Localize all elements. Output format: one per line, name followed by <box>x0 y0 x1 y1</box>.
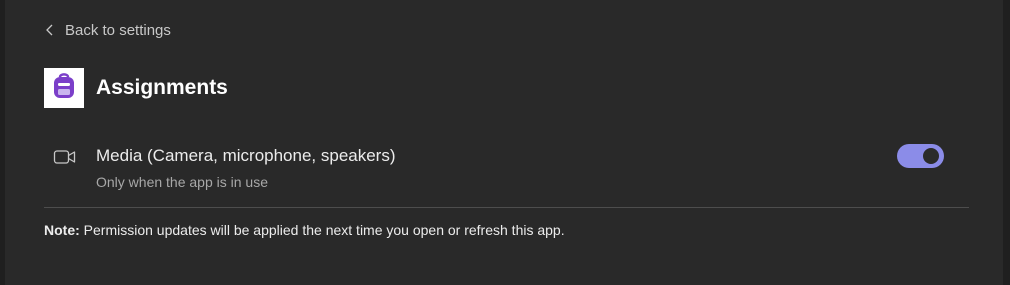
chevron-left-icon <box>45 23 55 37</box>
note-body: Permission updates will be applied the n… <box>79 222 565 238</box>
permission-subtitle: Only when the app is in use <box>96 174 268 190</box>
divider <box>44 207 969 208</box>
video-camera-icon <box>53 148 77 171</box>
permission-row-media: Media (Camera, microphone, speakers) Onl… <box>53 144 944 194</box>
back-to-settings-link[interactable]: Back to settings <box>45 19 171 41</box>
app-header: Assignments <box>44 68 228 108</box>
backpack-icon <box>51 72 77 105</box>
app-title: Assignments <box>96 76 228 99</box>
app-logo <box>44 68 84 108</box>
toggle-knob <box>923 148 939 164</box>
note-label: Note: <box>44 222 80 238</box>
window-background: Back to settings Assignments Media (Came… <box>0 0 1010 285</box>
permission-title: Media (Camera, microphone, speakers) <box>96 146 396 165</box>
media-permission-toggle[interactable] <box>897 144 944 168</box>
note-text: Note: Permission updates will be applied… <box>44 222 565 238</box>
back-label: Back to settings <box>65 21 171 39</box>
settings-panel: Back to settings Assignments Media (Came… <box>5 0 1003 285</box>
